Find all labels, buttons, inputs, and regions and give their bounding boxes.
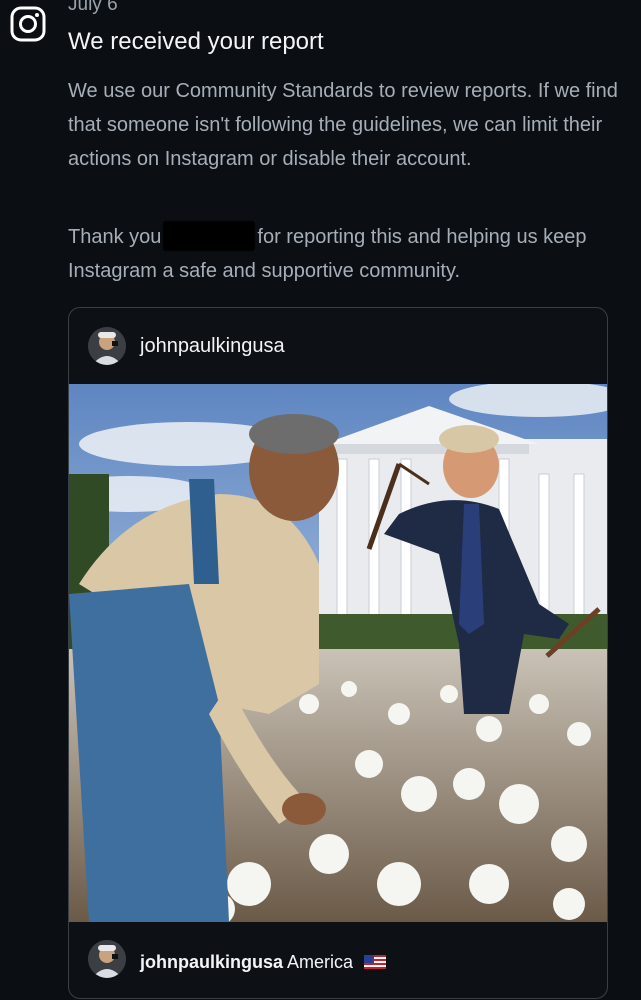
post-caption: johnpaulkingusa America [140,952,387,973]
thanks-prefix: Thank you [68,226,162,248]
instagram-icon[interactable] [10,6,46,42]
caption-text: America [283,952,359,972]
notification-title: We received your report [68,28,324,55]
notification-thanks-paragraph: Thank you for reporting this and helping … [68,220,628,288]
post-caption-row: johnpaulkingusa America [69,922,607,998]
reported-post-card[interactable]: johnpaulkingusa johnpaulkingusa America [68,307,608,999]
post-header: johnpaulkingusa [69,308,607,384]
redacted-name [163,221,256,251]
us-flag-icon [364,955,387,969]
post-image[interactable] [69,384,607,922]
post-username[interactable]: johnpaulkingusa [140,335,285,358]
notification-date: July 6 [68,0,118,15]
avatar[interactable] [88,327,126,365]
caption-username[interactable]: johnpaulkingusa [140,952,283,972]
avatar[interactable] [88,940,126,978]
notification-body-paragraph: We use our Community Standards to review… [68,80,618,170]
